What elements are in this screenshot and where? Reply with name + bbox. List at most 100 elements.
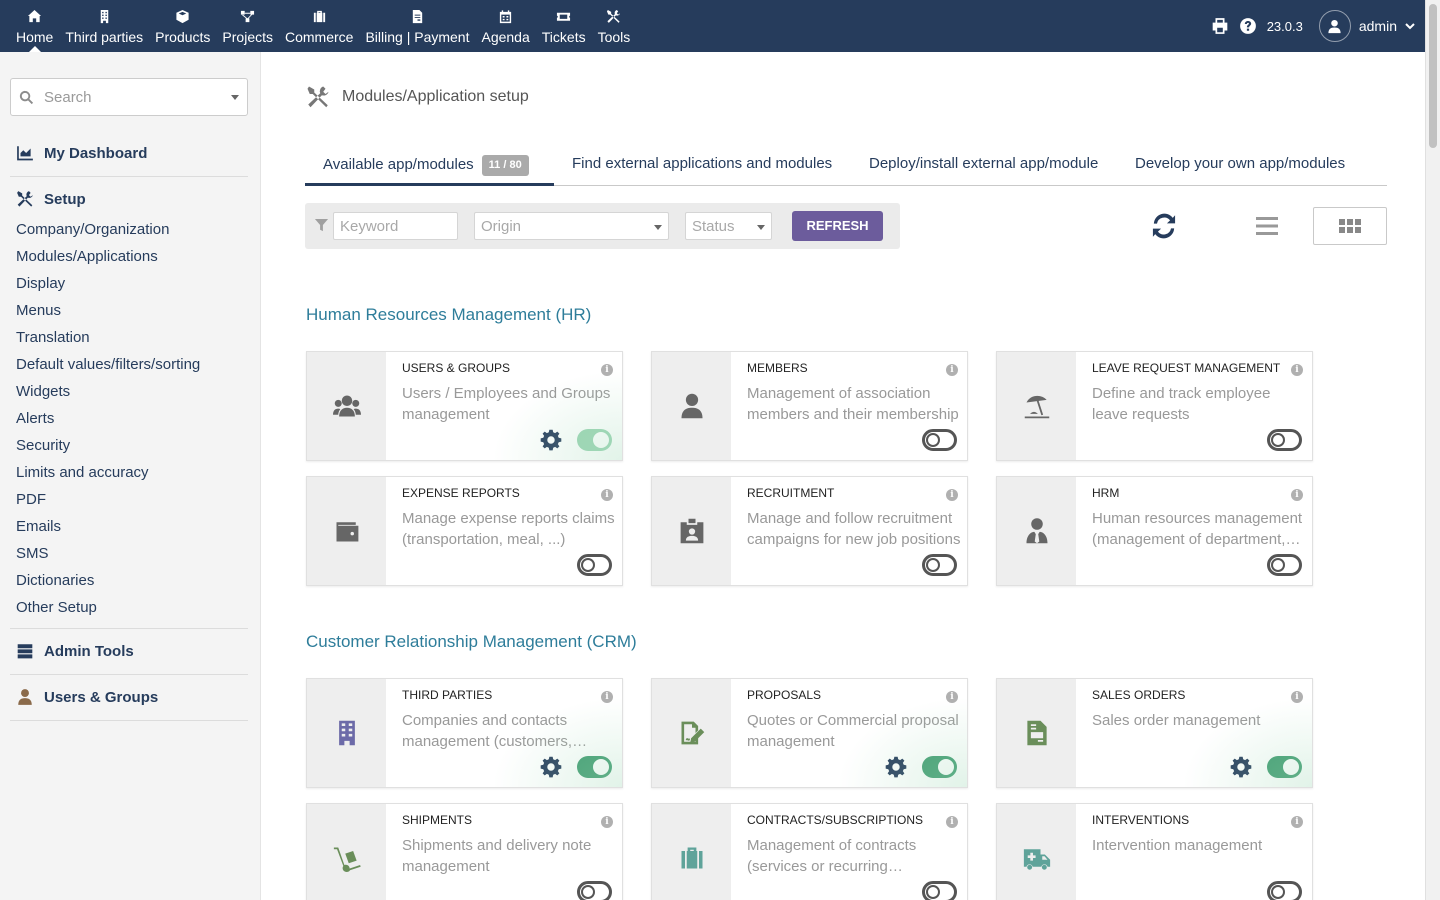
sidebar-item-translation[interactable]: Translation [16,329,200,356]
sidebar-item-dictionaries[interactable]: Dictionaries [16,572,200,599]
module-card: EXPENSE REPORTS Manage expense reports cl… [306,476,623,586]
sidebar-item-other-setup[interactable]: Other Setup [16,599,200,626]
sidebar-admin-tools-label: Admin Tools [44,642,134,660]
sidebar-item-emails[interactable]: Emails [16,518,200,545]
sidebar-item-security[interactable]: Security [16,437,200,464]
info-icon[interactable]: i [946,364,958,376]
module-toggle-on[interactable] [577,756,612,778]
module-card: USERS & GROUPS Users / Employees and Grou… [306,351,623,461]
tab-develop[interactable]: Develop your own app/modules [1135,148,1345,186]
sidebar-item-display[interactable]: Display [16,275,200,302]
section-title-hr: Human Resources Management (HR) [306,305,592,324]
topnav-products[interactable]: Products [149,0,216,52]
list-view-icon[interactable] [1255,215,1279,237]
module-toggle-off[interactable] [577,881,612,900]
sidebar-item-pdf[interactable]: PDF [16,491,200,518]
tab-bar: Available app/modules 11 / 80 Find extern… [305,148,1387,186]
sidebar-item-default-values[interactable]: Default values/filters/sorting [16,356,200,383]
module-icon-area [652,352,731,460]
module-toggle-off[interactable] [922,429,957,451]
topnav-label: Products [155,29,211,45]
sidebar-item-limits[interactable]: Limits and accuracy [16,464,200,491]
print-icon[interactable] [1211,17,1229,35]
search-input[interactable]: Search [10,78,248,116]
module-toggle-off[interactable] [577,554,612,576]
refresh-button[interactable]: REFRESH [792,211,883,241]
module-toggle-off[interactable] [922,881,957,900]
info-icon[interactable]: i [1291,691,1303,703]
scrollbar-thumb[interactable] [1429,4,1437,148]
info-icon[interactable]: i [946,489,958,501]
origin-select[interactable]: Origin [474,212,669,240]
kanban-view-button[interactable] [1313,207,1387,245]
tab-deploy[interactable]: Deploy/install external app/module [869,148,1098,186]
refresh-icon[interactable] [1150,212,1178,240]
topnav-tickets[interactable]: Tickets [536,0,592,52]
gear-icon[interactable] [540,429,562,451]
user-menu[interactable]: admin [1318,10,1415,42]
info-icon[interactable]: i [946,816,958,828]
topnav-home[interactable]: Home [10,0,59,52]
gear-icon[interactable] [1230,756,1252,778]
status-select[interactable]: Status [685,212,772,240]
sidebar-item-company[interactable]: Company/Organization [16,221,200,248]
sidebar-admin-tools[interactable]: Admin Tools [16,642,247,660]
sidebar-item-modules[interactable]: Modules/Applications [16,248,200,275]
calendar-icon [500,10,512,24]
module-toggle-on[interactable] [1267,756,1302,778]
gear-icon[interactable] [885,756,907,778]
info-icon[interactable]: i [601,691,613,703]
ambulance-icon [1023,849,1050,870]
topnav-billing[interactable]: Billing | Payment [359,0,475,52]
module-description: Users / Employees and Groups management [402,385,611,423]
module-title: CONTRACTS/SUBSCRIPTIONS [747,813,924,827]
tab-find-external[interactable]: Find external applications and modules [572,148,832,186]
topnav-label: Tickets [541,29,586,45]
scrollbar[interactable] [1425,0,1440,900]
info-icon[interactable]: i [601,816,613,828]
invoice-icon [412,9,423,24]
info-icon[interactable]: i [601,364,613,376]
sidebar-item-alerts[interactable]: Alerts [16,410,200,437]
help-icon[interactable] [1239,17,1257,35]
module-toggle-on[interactable] [577,429,612,451]
module-toggle-off[interactable] [1267,554,1302,576]
divider [10,674,248,675]
topnav-label: Projects [222,29,273,45]
id-badge-icon [680,518,703,544]
chart-area-icon [17,146,33,161]
sidebar-dashboard[interactable]: My Dashboard [16,144,247,162]
module-icon-area [997,352,1076,460]
sidebar-item-widgets[interactable]: Widgets [16,383,200,410]
user-tie-icon [1026,518,1047,544]
module-toggle-off[interactable] [1267,429,1302,451]
sidebar-setup[interactable]: Setup [16,190,247,208]
sidebar-item-menus[interactable]: Menus [16,302,200,329]
module-toggle-on[interactable] [922,756,957,778]
topnav-projects[interactable]: Projects [216,0,279,52]
info-icon[interactable]: i [1291,816,1303,828]
topnav-agenda[interactable]: Agenda [475,0,535,52]
topnav-third-parties[interactable]: Third parties [59,0,149,52]
topnav-tools[interactable]: Tools [592,0,637,52]
module-icon-area [997,477,1076,585]
gear-icon[interactable] [540,756,562,778]
info-icon[interactable]: i [1291,364,1303,376]
info-icon[interactable]: i [601,489,613,501]
status-placeholder: Status [692,218,735,235]
keyword-input[interactable]: Keyword [333,212,458,240]
module-icon-area [652,804,731,900]
module-card: THIRD PARTIES Companies and contacts mana… [306,678,623,788]
tools-icon [307,86,329,108]
topnav-commerce[interactable]: Commerce [279,0,359,52]
info-icon[interactable]: i [946,691,958,703]
sidebar-item-sms[interactable]: SMS [16,545,200,572]
page-header: Modules/Application setup [306,85,529,109]
left-sidebar: Search My Dashboard Setup Company/Organi… [0,52,261,900]
sidebar-users-groups[interactable]: Users & Groups [16,688,247,706]
module-toggle-off[interactable] [1267,881,1302,900]
module-toggle-off[interactable] [922,554,957,576]
tab-available[interactable]: Available app/modules 11 / 80 [305,148,554,186]
module-title: EXPENSE REPORTS [402,486,520,500]
info-icon[interactable]: i [1291,489,1303,501]
